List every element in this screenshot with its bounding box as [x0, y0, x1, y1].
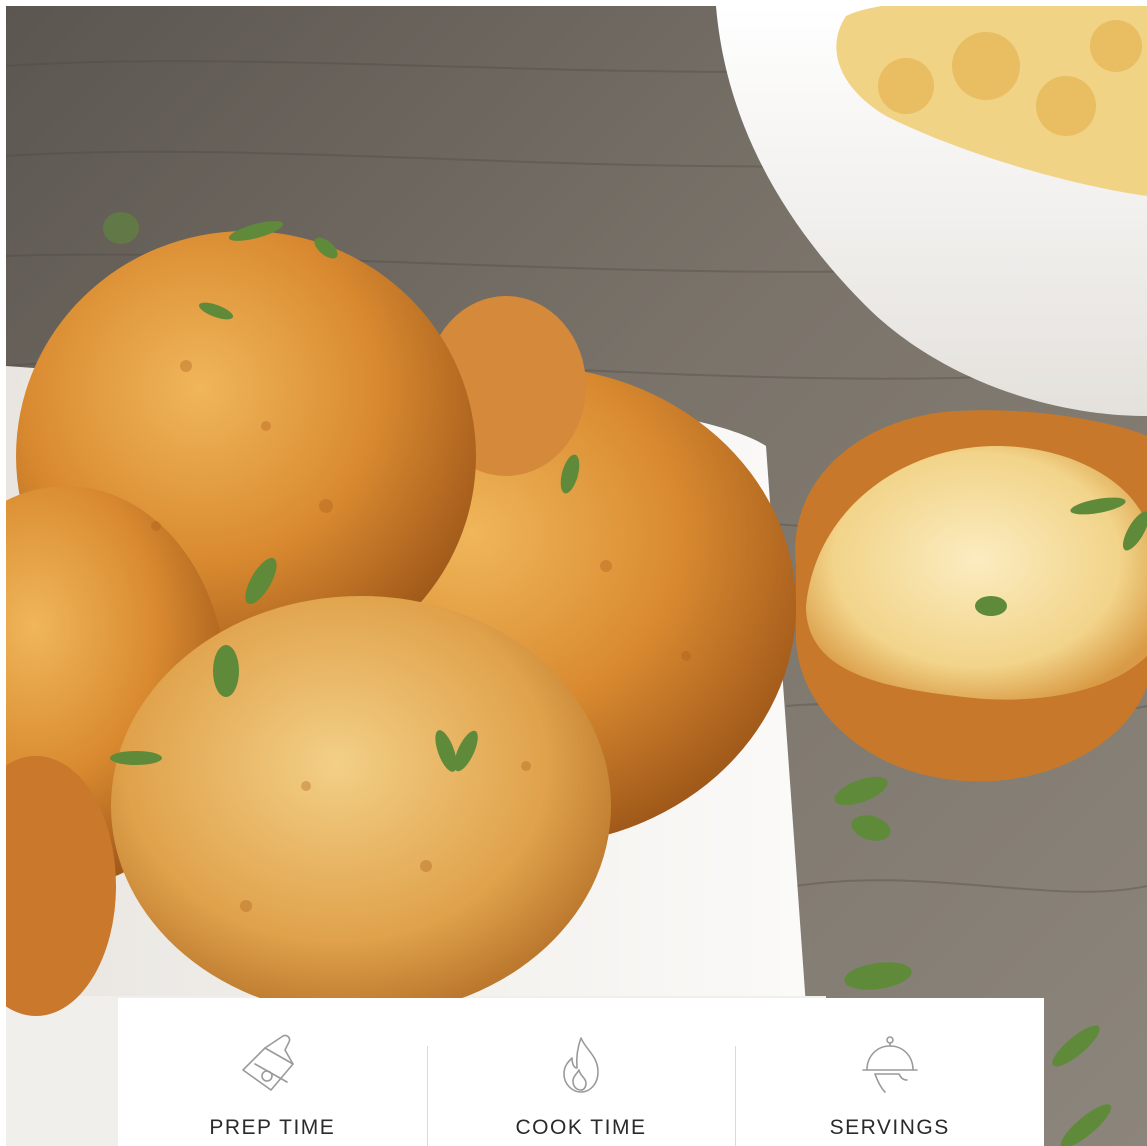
flame-icon	[546, 1034, 616, 1096]
cutting-board-icon	[237, 1034, 307, 1096]
serving-cloche-icon	[855, 1034, 925, 1096]
servings-label: SERVINGS	[829, 1116, 950, 1139]
recipe-info-card: PREP TIME COOK TIME SERVINGS	[118, 998, 1044, 1146]
recipe-hero: PREP TIME COOK TIME SERVINGS	[0, 0, 1147, 1146]
cook-time-label: COOK TIME	[515, 1116, 647, 1139]
prep-time-label: PREP TIME	[209, 1116, 336, 1139]
prep-time-stat: PREP TIME	[118, 998, 427, 1146]
servings-stat: SERVINGS	[735, 998, 1044, 1146]
food-photo	[6, 6, 1147, 1146]
cook-time-stat: COOK TIME	[426, 998, 736, 1146]
